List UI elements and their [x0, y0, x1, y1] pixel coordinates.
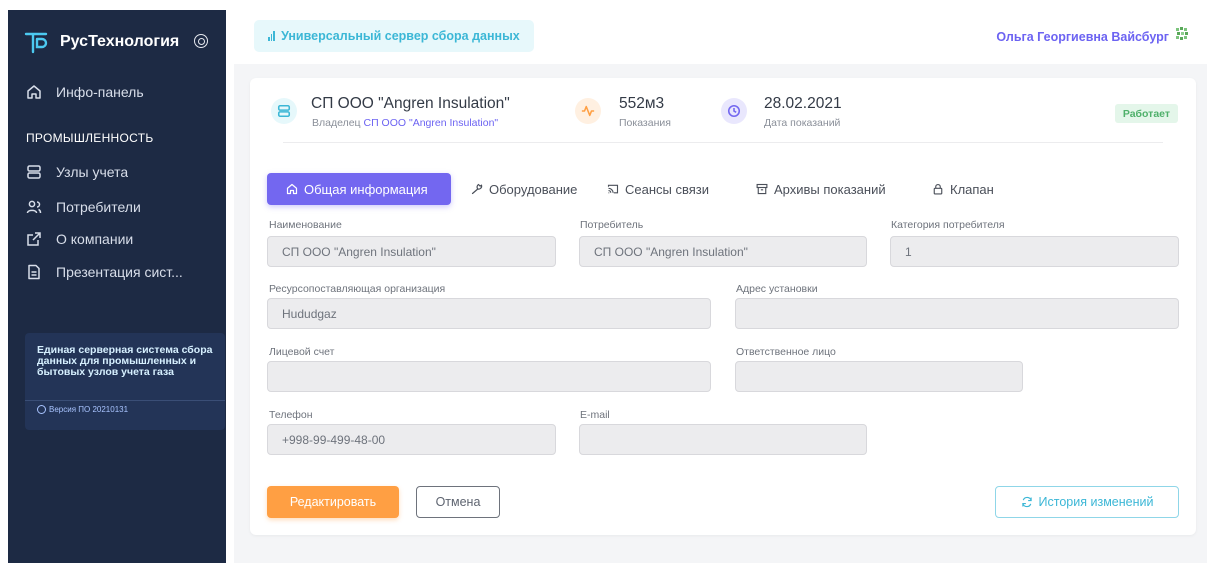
- sidebar-item-label: О компании: [56, 231, 134, 247]
- address-label: Адрес установки: [736, 283, 818, 295]
- cancel-button[interactable]: Отмена: [416, 486, 500, 518]
- history-label: История изменений: [1038, 495, 1154, 509]
- refresh-icon: [1021, 496, 1032, 508]
- account-label: Лицевой счет: [269, 346, 335, 358]
- category-field[interactable]: 1: [890, 236, 1179, 267]
- brand-name: РусТехнология: [60, 33, 180, 50]
- users-icon: [26, 200, 42, 214]
- owner-prefix: Владелец: [312, 117, 361, 129]
- date-value: 28.02.2021: [764, 95, 842, 112]
- consumer-label: Потребитель: [580, 219, 644, 231]
- home-icon: [27, 85, 41, 99]
- responsible-label: Ответственное лицо: [736, 346, 836, 358]
- wrench-icon: [471, 183, 483, 195]
- app-window: РусТехнология Инфо-панель ПРОМЫШЛЕННОСТЬ…: [0, 0, 1207, 563]
- brand-logo-icon: [24, 32, 48, 54]
- sidebar-item-about-company[interactable]: О компании: [26, 231, 216, 247]
- sidebar-toggle-icon[interactable]: [194, 34, 208, 48]
- reading-label: Показания: [619, 117, 671, 129]
- owner-line: Владелец СП ООО "Angren Insulation": [312, 117, 498, 129]
- consumer-name: СП ООО "Angren Insulation": [311, 95, 510, 112]
- sidebar: РусТехнология Инфо-панель ПРОМЫШЛЕННОСТЬ…: [8, 10, 226, 563]
- status-badge: Работает: [1114, 104, 1178, 123]
- top-bar: Универсальный сервер сбора данных Ольга …: [234, 0, 1207, 64]
- category-label: Категория потребителя: [891, 219, 1005, 231]
- account-field[interactable]: [267, 361, 711, 392]
- tab-archives[interactable]: Архивы показаний: [756, 173, 886, 205]
- consumer-card: СП ООО "Angren Insulation" Владелец СП О…: [250, 78, 1196, 535]
- email-label: E-mail: [580, 409, 610, 421]
- date-label: Дата показаний: [764, 117, 841, 129]
- sidebar-item-presentation[interactable]: Презентация сист...: [26, 264, 216, 280]
- owner-link[interactable]: СП ООО "Angren Insulation": [364, 117, 499, 129]
- brand[interactable]: РусТехнология: [24, 30, 179, 54]
- name-label: Наименование: [269, 219, 342, 231]
- home-icon: [286, 183, 298, 195]
- sidebar-item-label: Потребители: [56, 199, 141, 215]
- divider: [25, 400, 225, 401]
- activity-icon: [575, 98, 601, 124]
- name-field[interactable]: СП ООО "Angren Insulation": [267, 236, 556, 267]
- divider: [283, 142, 1163, 143]
- system-info-card: Единая серверная система сбора данных дл…: [25, 333, 225, 430]
- sidebar-item-metering-nodes[interactable]: Узлы учета: [26, 164, 216, 180]
- tab-valve[interactable]: Клапан: [932, 173, 994, 205]
- server-title: Универсальный сервер сбора данных: [281, 29, 520, 43]
- tab-label: Сеансы связи: [625, 181, 710, 197]
- resource-org-label: Ресурсопоставляющая организация: [269, 283, 446, 295]
- main-content: Универсальный сервер сбора данных Ольга …: [234, 0, 1207, 563]
- version-info: Версия ПО 20210131: [37, 405, 128, 414]
- server-icon: [271, 98, 297, 124]
- phone-field[interactable]: +998-99-499-48-00: [267, 424, 556, 455]
- sidebar-item-label: Презентация сист...: [56, 264, 183, 280]
- phone-label: Телефон: [269, 409, 313, 421]
- edit-button[interactable]: Редактировать: [267, 486, 399, 518]
- version-label: Версия ПО 20210131: [49, 405, 129, 414]
- history-button[interactable]: История изменений: [995, 486, 1179, 518]
- bar-chart-icon: [268, 31, 276, 41]
- lock-icon: [933, 183, 943, 195]
- tab-sessions[interactable]: Сеансы связи: [607, 173, 709, 205]
- sidebar-item-label: Инфо-панель: [56, 84, 144, 100]
- resource-org-field[interactable]: Hududgaz: [267, 298, 711, 329]
- user-avatar-icon[interactable]: [1175, 27, 1189, 41]
- sidebar-item-label: Узлы учета: [56, 164, 129, 180]
- external-link-icon: [27, 232, 41, 246]
- tab-label: Архивы показаний: [774, 181, 886, 197]
- section-title-industry: ПРОМЫШЛЕННОСТЬ: [26, 131, 154, 145]
- document-icon: [28, 264, 40, 280]
- consumer-field[interactable]: СП ООО "Angren Insulation": [579, 236, 867, 267]
- email-field[interactable]: [579, 424, 867, 455]
- cast-icon: [607, 184, 619, 194]
- address-field[interactable]: [735, 298, 1179, 329]
- archive-icon: [756, 183, 768, 195]
- user-name[interactable]: Ольга Георгиевна Вайсбург: [996, 30, 1169, 44]
- sidebar-item-info-panel[interactable]: Инфо-панель: [26, 84, 216, 100]
- info-icon: [37, 405, 46, 414]
- tab-label: Общая информация: [304, 181, 428, 197]
- server-icon: [27, 165, 41, 179]
- tab-label: Оборудование: [489, 181, 578, 197]
- system-description: Единая серверная система сбора данных дл…: [37, 344, 213, 378]
- clock-icon: [721, 98, 747, 124]
- responsible-field[interactable]: [735, 361, 1023, 392]
- sidebar-item-consumers[interactable]: Потребители: [26, 199, 216, 215]
- tab-general-info[interactable]: Общая информация: [267, 173, 451, 205]
- tab-equipment[interactable]: Оборудование: [471, 173, 577, 205]
- server-title-chip: Универсальный сервер сбора данных: [254, 20, 534, 52]
- tab-label: Клапан: [950, 181, 994, 197]
- reading-value: 552м3: [619, 95, 665, 112]
